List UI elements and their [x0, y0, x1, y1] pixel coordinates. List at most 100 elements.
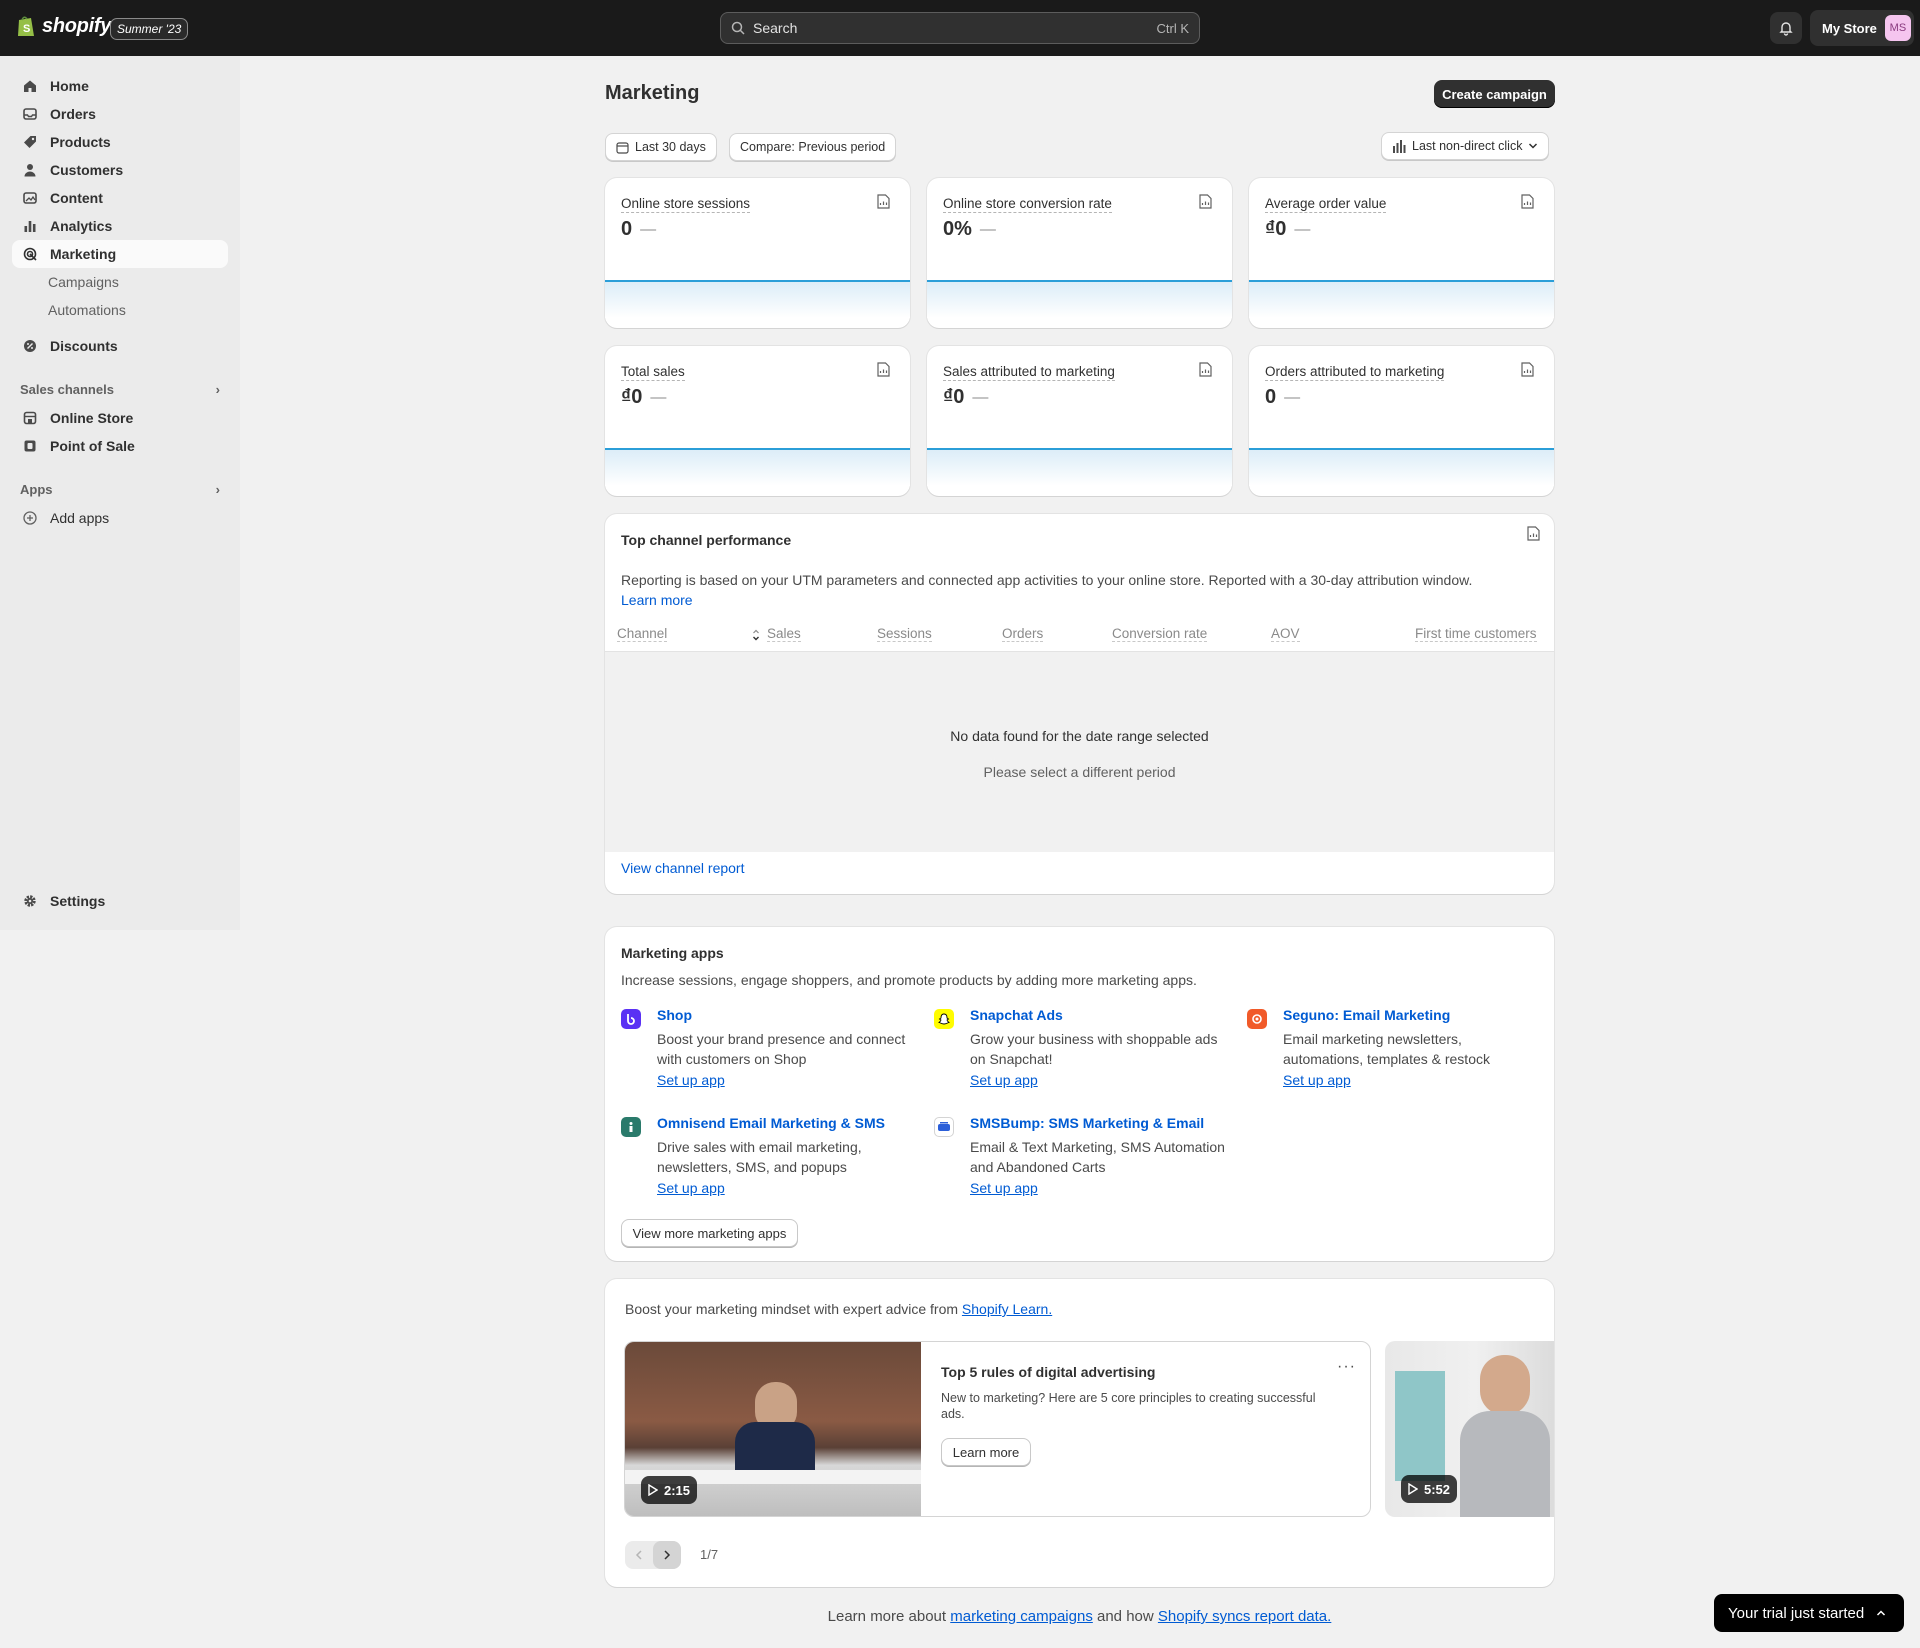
learn-more-button[interactable]: Learn more: [941, 1438, 1031, 1466]
sidebar-item-add-apps[interactable]: Add apps: [12, 504, 228, 532]
sidebar-item-customers[interactable]: Customers: [12, 156, 228, 184]
set-up-app-link[interactable]: Set up app: [970, 1072, 1038, 1088]
play-icon: [1408, 1483, 1418, 1495]
metric-card-sessions[interactable]: Online store sessions 0—: [605, 178, 910, 328]
empty-title: No data found for the date range selecte…: [950, 728, 1209, 744]
metric-card-total-sales[interactable]: Total sales ₫0 —: [605, 346, 910, 496]
metric-card-conversion-rate[interactable]: Online store conversion rate 0% —: [927, 178, 1232, 328]
metric-title: Orders attributed to marketing: [1265, 364, 1445, 381]
report-icon[interactable]: [877, 362, 890, 377]
app-description: Email & Text Marketing, SMS Automation a…: [970, 1139, 1225, 1175]
set-up-app-link[interactable]: Set up app: [970, 1180, 1038, 1196]
card-title: Top channel performance: [621, 532, 792, 548]
app-name[interactable]: SMSBump: SMS Marketing & Email: [970, 1115, 1204, 1131]
footer-prefix: Learn more about: [827, 1608, 947, 1625]
report-icon[interactable]: [1199, 194, 1212, 209]
apps-section[interactable]: Apps ›: [20, 482, 220, 497]
view-more-apps-button[interactable]: View more marketing apps: [621, 1219, 798, 1247]
video-duration: 5:52: [1423, 1481, 1451, 1497]
column-header-first-time-customers[interactable]: First time customers: [1415, 626, 1537, 642]
app-name[interactable]: Omnisend Email Marketing & SMS: [657, 1115, 885, 1131]
app-name[interactable]: Seguno: Email Marketing: [1283, 1007, 1450, 1023]
attribution-label: Last non-direct click: [1412, 139, 1523, 153]
report-icon[interactable]: [1199, 362, 1212, 377]
metric-value-row: 0% —: [943, 218, 996, 241]
sidebar-item-content[interactable]: Content: [12, 184, 228, 212]
more-options-icon[interactable]: ···: [1337, 1358, 1356, 1376]
empty-subtitle: Please select a different period: [983, 764, 1176, 780]
section-label: Apps: [20, 482, 53, 497]
chevron-left-icon: [635, 1550, 642, 1560]
date-range-button[interactable]: Last 30 days: [605, 133, 717, 161]
shopify-learn-link[interactable]: Shopify Learn.: [962, 1301, 1052, 1317]
set-up-app-link[interactable]: Set up app: [657, 1072, 725, 1088]
sidebar-item-point-of-sale[interactable]: Point of Sale: [12, 432, 228, 460]
video-thumbnail[interactable]: 2:15: [625, 1342, 921, 1516]
app-name[interactable]: Snapchat Ads: [970, 1007, 1063, 1023]
sort-icon[interactable]: [752, 628, 760, 642]
column-header-aov[interactable]: AOV: [1271, 626, 1300, 642]
smsbump-app-icon: [934, 1117, 954, 1137]
report-icon[interactable]: [1521, 194, 1534, 209]
report-icon[interactable]: [1527, 526, 1540, 541]
sidebar-item-online-store[interactable]: Online Store: [12, 404, 228, 432]
sidebar-item-analytics[interactable]: Analytics: [12, 212, 228, 240]
compare-button[interactable]: Compare: Previous period: [729, 133, 897, 161]
previous-button[interactable]: [625, 1541, 653, 1569]
next-button[interactable]: [653, 1541, 681, 1569]
omnisend-app-icon: [621, 1117, 641, 1137]
empty-state: No data found for the date range selecte…: [605, 652, 1554, 852]
view-channel-report-link[interactable]: View channel report: [621, 860, 744, 876]
set-up-app-link[interactable]: Set up app: [657, 1180, 725, 1196]
metric-value-row: ₫0 —: [943, 386, 988, 409]
chevron-right-icon: ›: [215, 482, 220, 497]
sidebar-item-marketing[interactable]: Marketing: [12, 240, 228, 268]
learn-more-link[interactable]: Learn more: [621, 592, 693, 608]
report-icon[interactable]: [1521, 362, 1534, 377]
search-input[interactable]: Search Ctrl K: [720, 12, 1200, 44]
learn-intro: Boost your marketing mindset with expert…: [625, 1301, 1052, 1317]
metric-title: Online store sessions: [621, 196, 751, 213]
sidebar-item-orders[interactable]: Orders: [12, 100, 228, 128]
presenter-head: [1480, 1355, 1530, 1415]
sidebar-item-discounts[interactable]: Discounts: [12, 332, 228, 360]
set-up-app-link[interactable]: Set up app: [1283, 1072, 1351, 1088]
shopify-logo[interactable]: S shopify: [16, 14, 111, 38]
discount-icon: [22, 338, 38, 354]
column-header-sessions[interactable]: Sessions: [877, 626, 932, 642]
shop-app-icon: [621, 1009, 641, 1029]
video-description: New to marketing? Here are 5 core princi…: [941, 1391, 1316, 1421]
metric-change: —: [1284, 388, 1301, 406]
create-campaign-button[interactable]: Create campaign: [1434, 80, 1555, 108]
column-header-sales[interactable]: Sales: [767, 626, 801, 642]
page-title: Marketing: [605, 82, 700, 104]
column-header-channel[interactable]: Channel: [617, 626, 668, 642]
column-header-orders[interactable]: Orders: [1002, 626, 1044, 642]
chevron-right-icon: [664, 1550, 671, 1560]
metric-card-orders-attributed[interactable]: Orders attributed to marketing 0—: [1249, 346, 1554, 496]
notifications-button[interactable]: [1770, 12, 1802, 44]
storefront-icon: [22, 410, 38, 426]
sidebar-item-automations[interactable]: Automations: [12, 296, 228, 324]
metric-card-sales-attributed[interactable]: Sales attributed to marketing ₫0 —: [927, 346, 1232, 496]
sidebar-item-label: Point of Sale: [50, 438, 135, 454]
attribution-model-select[interactable]: Last non-direct click: [1381, 132, 1550, 160]
store-menu-button[interactable]: My Store MS: [1810, 10, 1914, 46]
metric-value: 0: [621, 218, 633, 240]
sales-channels-section[interactable]: Sales channels ›: [20, 382, 220, 397]
column-header-conversion-rate[interactable]: Conversion rate: [1112, 626, 1208, 642]
metric-card-average-order-value[interactable]: Average order value ₫0 —: [1249, 178, 1554, 328]
video-card-next[interactable]: 5:52: [1385, 1341, 1554, 1517]
report-sync-link[interactable]: Shopify syncs report data.: [1158, 1608, 1331, 1625]
sidebar-item-settings[interactable]: Settings: [12, 887, 228, 915]
sidebar-item-home[interactable]: Home: [12, 72, 228, 100]
app-name[interactable]: Shop: [657, 1007, 692, 1023]
sidebar-item-products[interactable]: Products: [12, 128, 228, 156]
edition-badge[interactable]: Summer '23: [110, 18, 189, 40]
report-icon[interactable]: [877, 194, 890, 209]
sidebar-item-campaigns[interactable]: Campaigns: [12, 268, 228, 296]
marketing-campaigns-link[interactable]: marketing campaigns: [950, 1608, 1093, 1625]
video-card[interactable]: 2:15 Top 5 rules of digital advertising …: [624, 1341, 1371, 1517]
chevron-up-icon: [1877, 1610, 1886, 1616]
trial-banner-button[interactable]: Your trial just started: [1714, 1594, 1904, 1632]
